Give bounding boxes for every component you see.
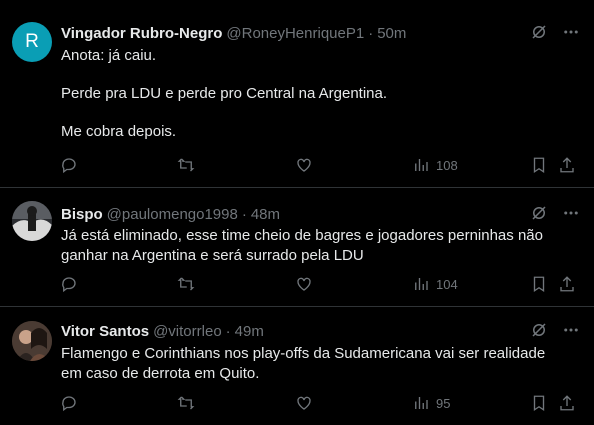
grok-icon[interactable] bbox=[530, 204, 548, 222]
views-count: 104 bbox=[436, 276, 458, 292]
separator-dot: · bbox=[368, 24, 374, 42]
avatar-image bbox=[12, 201, 52, 241]
tweet-feed: R Vingador Rubro-Negro @RoneyHenriqueP1 … bbox=[0, 0, 594, 425]
display-name[interactable]: Vingador Rubro-Negro bbox=[61, 25, 222, 42]
timestamp[interactable]: 50m bbox=[377, 25, 406, 42]
tweet-text: Já está eliminado, esse time cheio de ba… bbox=[61, 226, 574, 266]
tweet-top-icons bbox=[530, 204, 580, 222]
share-icon bbox=[560, 276, 574, 292]
tweet-top-icons bbox=[530, 23, 580, 41]
like-icon bbox=[297, 277, 311, 291]
user-handle[interactable]: @RoneyHenriqueP1 bbox=[226, 25, 364, 42]
tweet-line: ganhar na Argentina e será surrado pela … bbox=[61, 247, 364, 264]
separator-dot: · bbox=[241, 205, 247, 223]
timestamp[interactable]: 48m bbox=[251, 206, 280, 223]
more-icon[interactable] bbox=[562, 321, 580, 339]
avatar[interactable] bbox=[12, 201, 52, 241]
avatar-image bbox=[12, 321, 52, 361]
timestamp[interactable]: 49m bbox=[235, 323, 264, 340]
views-button[interactable]: 104 bbox=[412, 275, 458, 293]
share-icon bbox=[560, 395, 574, 411]
bookmark-icon bbox=[533, 157, 545, 174]
retweet-button[interactable] bbox=[176, 275, 196, 293]
tweet-line: Perde pra LDU e perde pro Central na Arg… bbox=[61, 85, 388, 102]
avatar-letter: R bbox=[25, 31, 39, 52]
user-handle[interactable]: @paulomengo1998 bbox=[107, 206, 238, 223]
tweet-line: Anota: já caiu. bbox=[61, 47, 157, 64]
reply-icon bbox=[62, 277, 76, 293]
share-button[interactable] bbox=[558, 156, 576, 174]
tweet-header: Vingador Rubro-Negro @RoneyHenriqueP1 · … bbox=[61, 23, 524, 43]
bookmark-button[interactable] bbox=[530, 394, 548, 412]
bookmark-icon bbox=[533, 276, 545, 293]
tweet-header: Vitor Santos @vitorrleo · 49m bbox=[61, 321, 524, 341]
tweet-text: Anota: já caiu. Perde pra LDU e perde pr… bbox=[61, 46, 574, 142]
like-button[interactable] bbox=[295, 275, 313, 293]
reply-button[interactable] bbox=[60, 156, 78, 174]
views-icon bbox=[415, 159, 428, 171]
retweet-icon bbox=[177, 396, 195, 410]
more-icon[interactable] bbox=[562, 204, 580, 222]
grok-icon[interactable] bbox=[530, 321, 548, 339]
tweet-actions: 108 bbox=[56, 156, 584, 178]
share-button[interactable] bbox=[558, 394, 576, 412]
retweet-button[interactable] bbox=[176, 394, 196, 412]
like-icon bbox=[297, 158, 311, 172]
avatar[interactable] bbox=[12, 321, 52, 361]
display-name[interactable]: Bispo bbox=[61, 206, 103, 223]
user-handle[interactable]: @vitorrleo bbox=[153, 323, 222, 340]
tweet-actions: 95 bbox=[56, 394, 584, 416]
reply-button[interactable] bbox=[60, 394, 78, 412]
reply-button[interactable] bbox=[60, 275, 78, 293]
views-count: 108 bbox=[436, 157, 458, 173]
like-button[interactable] bbox=[295, 394, 313, 412]
avatar[interactable]: R bbox=[12, 22, 52, 62]
tweet-header: Bispo @paulomengo1998 · 48m bbox=[61, 204, 524, 224]
share-button[interactable] bbox=[558, 275, 576, 293]
reply-icon bbox=[62, 158, 76, 174]
reply-icon bbox=[62, 396, 76, 412]
display-name[interactable]: Vitor Santos bbox=[61, 323, 149, 340]
tweet-line: Me cobra depois. bbox=[61, 123, 177, 140]
tweet-top-icons bbox=[530, 321, 580, 339]
tweet-line: Já está eliminado, esse time cheio de ba… bbox=[61, 227, 543, 244]
tweet-text: Flamengo e Corinthians nos play-offs da … bbox=[61, 344, 574, 384]
retweet-icon bbox=[177, 158, 195, 172]
share-icon bbox=[560, 157, 574, 173]
views-button[interactable]: 108 bbox=[412, 156, 458, 174]
separator-dot: · bbox=[225, 322, 231, 340]
views-icon bbox=[415, 397, 428, 409]
tweet-actions: 104 bbox=[56, 275, 584, 297]
tweet-line: em caso de derrota em Quito. bbox=[61, 365, 260, 382]
views-icon bbox=[415, 278, 428, 290]
grok-icon[interactable] bbox=[530, 23, 548, 41]
views-button[interactable]: 95 bbox=[412, 394, 450, 412]
retweet-button[interactable] bbox=[176, 156, 196, 174]
tweet[interactable]: Bispo @paulomengo1998 · 48m Já está elim… bbox=[0, 188, 594, 307]
like-icon bbox=[297, 396, 311, 410]
retweet-icon bbox=[177, 277, 195, 291]
more-icon[interactable] bbox=[562, 23, 580, 41]
bookmark-icon bbox=[533, 395, 545, 412]
bookmark-button[interactable] bbox=[530, 275, 548, 293]
tweet-line: Flamengo e Corinthians nos play-offs da … bbox=[61, 345, 546, 362]
tweet[interactable]: Vitor Santos @vitorrleo · 49m Flamengo e… bbox=[0, 307, 594, 425]
bookmark-button[interactable] bbox=[530, 156, 548, 174]
tweet[interactable]: R Vingador Rubro-Negro @RoneyHenriqueP1 … bbox=[0, 0, 594, 188]
views-count: 95 bbox=[436, 395, 451, 411]
like-button[interactable] bbox=[295, 156, 313, 174]
